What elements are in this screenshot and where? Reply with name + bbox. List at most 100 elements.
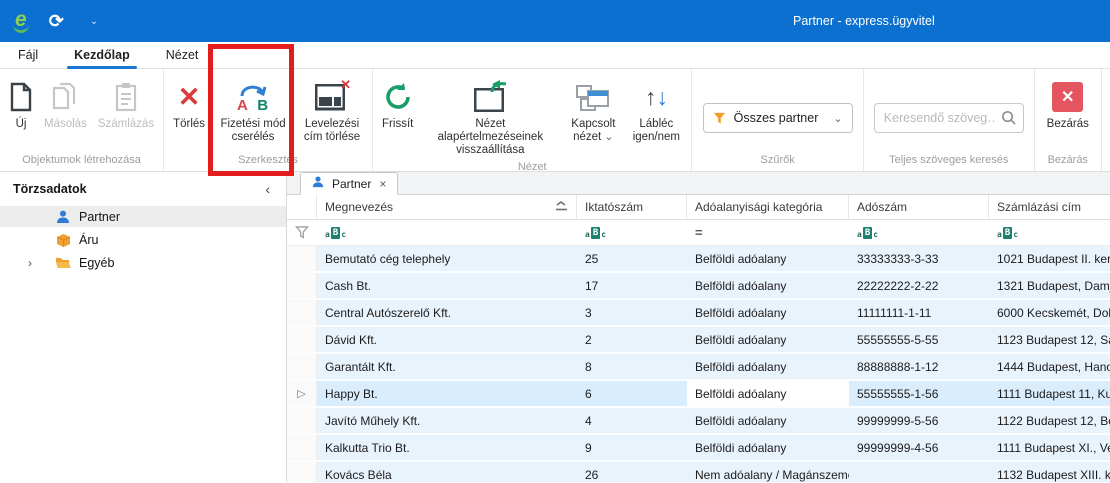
filter-cell-iktatoszam[interactable]: aBc — [577, 220, 687, 245]
cell-reg_no[interactable]: 26 — [577, 462, 687, 482]
column-header-szamlazasi-cim[interactable]: Számlázási cím — [989, 195, 1110, 219]
close-x-icon: ✕ — [1052, 82, 1083, 112]
cell-name[interactable]: Happy Bt. — [317, 381, 577, 406]
cell-tax_category[interactable]: Belföldi adóalany — [687, 246, 849, 271]
cell-tax_category[interactable]: Belföldi adóalany — [687, 381, 849, 406]
menu-tab-kezdolap[interactable]: Kezdőlap — [74, 43, 130, 67]
cell-name[interactable]: Kalkutta Trio Bt. — [317, 435, 577, 460]
window-title: Partner - express.ügyvitel — [793, 14, 935, 28]
cell-tax_no[interactable]: 11111111-1-11 — [849, 300, 989, 325]
cell-tax_category[interactable]: Belföldi adóalany — [687, 408, 849, 433]
sidebar-item-label: Áru — [79, 233, 98, 247]
filter-funnel-icon[interactable] — [287, 220, 317, 245]
cell-reg_no[interactable]: 4 — [577, 408, 687, 433]
ribbon-group-filters: Összes partner ⌄ Szűrők — [692, 69, 864, 171]
cell-tax_no[interactable]: 99999999-4-56 — [849, 435, 989, 460]
filter-cell-megnevezes[interactable]: aBc — [317, 220, 577, 245]
invoicing-button[interactable]: Számlázás — [93, 77, 159, 133]
column-header-adoszam[interactable]: Adószám — [849, 195, 989, 219]
partner-grid: Megnevezés Iktatószám Adóalanyisági kate… — [287, 195, 1110, 482]
column-header-megnevezes[interactable]: Megnevezés — [317, 195, 577, 219]
copy-button[interactable]: Másolás — [39, 77, 92, 133]
menu-tab-fajl[interactable]: Fájl — [18, 43, 38, 67]
cell-billing_address[interactable]: 1444 Budapest, Hanoi — [989, 354, 1110, 379]
cell-name[interactable]: Dávid Kft. — [317, 327, 577, 352]
filter-cell-kategoria[interactable]: = — [687, 220, 849, 245]
cell-name[interactable]: Central Autószerelő Kft. — [317, 300, 577, 325]
sidebar-collapse-icon[interactable]: ‹ — [265, 181, 270, 197]
payment-method-swap-button[interactable]: A B Fizetési mód cserélés — [211, 77, 295, 146]
cell-billing_address[interactable]: 1111 Budapest 11, Kur — [989, 381, 1110, 406]
cell-reg_no[interactable]: 3 — [577, 300, 687, 325]
cell-tax_category[interactable]: Belföldi adóalany — [687, 273, 849, 298]
cell-tax_no[interactable]: 55555555-1-56 — [849, 381, 989, 406]
tree-expand-icon[interactable]: › — [28, 256, 54, 270]
cell-reg_no[interactable]: 17 — [577, 273, 687, 298]
cell-billing_address[interactable]: 6000 Kecskemét, Dobó — [989, 300, 1110, 325]
filter-cell-cim[interactable]: aBc — [989, 220, 1110, 245]
table-row[interactable]: Cash Bt.17Belföldi adóalany22222222-2-22… — [287, 273, 1110, 300]
column-header-adoalanyisagi-kategoria[interactable]: Adóalanyisági kategória — [687, 195, 849, 219]
partner-filter-dropdown[interactable]: Összes partner ⌄ — [703, 103, 853, 133]
cell-name[interactable]: Cash Bt. — [317, 273, 577, 298]
close-button[interactable]: ✕ Bezárás — [1042, 77, 1094, 133]
cell-tax_category[interactable]: Belföldi adóalany — [687, 435, 849, 460]
cell-tax_no[interactable] — [849, 462, 989, 482]
cell-reg_no[interactable]: 2 — [577, 327, 687, 352]
cell-billing_address[interactable]: 1132 Budapest XIII. ke — [989, 462, 1110, 482]
abc-filter-icon: aBc — [585, 227, 606, 239]
table-row[interactable]: Garantált Kft.8Belföldi adóalany88888888… — [287, 354, 1110, 381]
cell-reg_no[interactable]: 25 — [577, 246, 687, 271]
cell-name[interactable]: Bemutató cég telephely — [317, 246, 577, 271]
cell-billing_address[interactable]: 1122 Budapest 12, Bet — [989, 408, 1110, 433]
sidebar-item-egyeb[interactable]: › Egyéb — [0, 252, 286, 273]
reset-view-defaults-button[interactable]: Nézet alapértelmezéseinek visszaállítása — [419, 77, 561, 159]
cell-reg_no[interactable]: 9 — [577, 435, 687, 460]
refresh-icon — [383, 79, 413, 115]
cell-tax_no[interactable]: 33333333-3-33 — [849, 246, 989, 271]
table-row[interactable]: Dávid Kft.2Belföldi adóalany55555555-5-5… — [287, 327, 1110, 354]
cell-tax_category[interactable]: Belföldi adóalany — [687, 300, 849, 325]
table-row[interactable]: Bemutató cég telephely25Belföldi adóalan… — [287, 246, 1110, 273]
table-row[interactable]: Kalkutta Trio Bt.9Belföldi adóalany99999… — [287, 435, 1110, 462]
tab-close-icon[interactable]: × — [379, 177, 386, 191]
filter-cell-adoszam[interactable]: aBc — [849, 220, 989, 245]
ribbon-group-fulltext-search: Teljes szöveges keresés — [864, 69, 1035, 171]
cell-tax_no[interactable]: 55555555-5-55 — [849, 327, 989, 352]
cell-billing_address[interactable]: 1111 Budapest XI., Ve — [989, 435, 1110, 460]
equals-filter-icon: = — [695, 225, 703, 240]
table-row[interactable]: Central Autószerelő Kft.3Belföldi adóala… — [287, 300, 1110, 327]
tab-partner[interactable]: Partner × — [300, 172, 398, 195]
cell-tax_category[interactable]: Belföldi adóalany — [687, 327, 849, 352]
cell-reg_no[interactable]: 6 — [577, 381, 687, 406]
menu-tab-nezet[interactable]: Nézet — [166, 43, 199, 67]
cell-reg_no[interactable]: 8 — [577, 354, 687, 379]
new-button[interactable]: Új — [4, 77, 38, 133]
refresh-button[interactable]: Frissít — [377, 77, 418, 133]
delete-mailing-address-button[interactable]: ✕ Levelezési cím törlése — [296, 77, 368, 146]
cell-name[interactable]: Kovács Béla — [317, 462, 577, 482]
quick-access-chevron-icon[interactable]: ⌄ — [90, 16, 98, 27]
quick-refresh-icon[interactable]: ⟳ — [49, 11, 64, 32]
cell-name[interactable]: Javító Műhely Kft. — [317, 408, 577, 433]
delete-button[interactable]: ✕ Törlés — [168, 77, 210, 133]
sidebar-item-aru[interactable]: Áru — [0, 229, 286, 250]
footer-toggle-button[interactable]: ↑↓ Lábléc igen/nem — [625, 77, 687, 146]
column-header-iktatoszam[interactable]: Iktatószám — [577, 195, 687, 219]
linked-view-button[interactable]: Kapcsolt nézet ⌄ — [562, 77, 624, 146]
cell-billing_address[interactable]: 1021 Budapest II. ker. — [989, 246, 1110, 271]
table-row[interactable]: ▷Happy Bt.6Belföldi adóalany55555555-1-5… — [287, 381, 1110, 408]
cell-tax_category[interactable]: Belföldi adóalany — [687, 354, 849, 379]
cell-tax_no[interactable]: 88888888-1-12 — [849, 354, 989, 379]
cell-tax_category[interactable]: Nem adóalany / Magánszemély — [687, 462, 849, 482]
table-row[interactable]: Javító Műhely Kft.4Belföldi adóalany9999… — [287, 408, 1110, 435]
cell-billing_address[interactable]: 1123 Budapest 12, Sas — [989, 327, 1110, 352]
cell-tax_no[interactable]: 22222222-2-22 — [849, 273, 989, 298]
row-gutter — [287, 246, 317, 271]
button-label: Fizetési mód cserélés — [216, 118, 290, 144]
cell-billing_address[interactable]: 1321 Budapest, Damja — [989, 273, 1110, 298]
cell-tax_no[interactable]: 99999999-5-56 — [849, 408, 989, 433]
table-row[interactable]: Kovács Béla26Nem adóalany / Magánszemély… — [287, 462, 1110, 482]
cell-name[interactable]: Garantált Kft. — [317, 354, 577, 379]
sidebar-item-partner[interactable]: Partner — [0, 206, 286, 227]
